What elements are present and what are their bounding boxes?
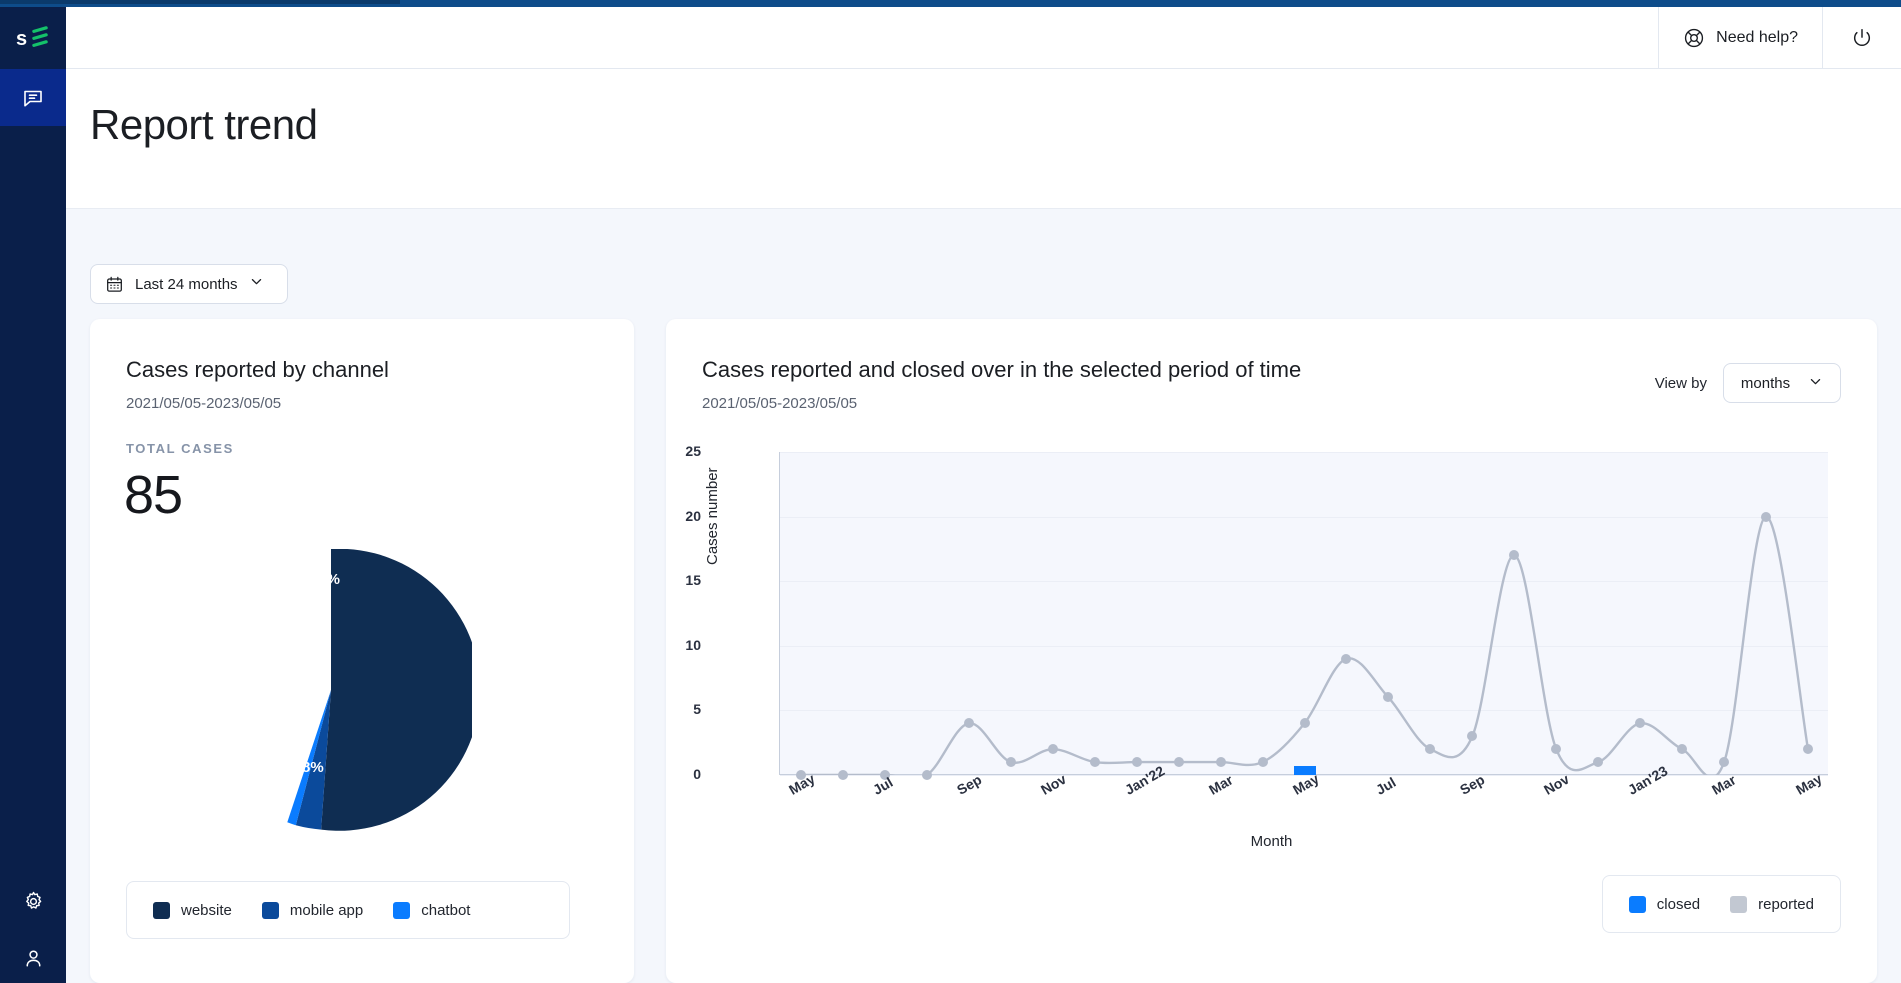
data-point[interactable] xyxy=(1215,757,1226,768)
chevron-down-icon xyxy=(1808,374,1823,393)
data-point[interactable] xyxy=(1131,757,1142,768)
cases-by-channel-card: Cases reported by channel 2021/05/05-202… xyxy=(90,319,634,983)
x-tick-label: Jul xyxy=(869,773,896,798)
sidebar-item-cases[interactable] xyxy=(0,69,66,126)
total-cases-label: TOTAL CASES xyxy=(126,441,234,456)
header-actions: Need help? xyxy=(1658,7,1901,69)
header-bar: Need help? xyxy=(66,7,1901,69)
legend-swatch-website xyxy=(153,901,170,919)
sidebar-logo[interactable]: s xyxy=(0,7,66,69)
top-accent-bar xyxy=(0,0,1901,7)
chevron-down-icon xyxy=(249,274,264,294)
legend-label-chatbot: chatbot xyxy=(421,901,471,919)
cases-trend-card: Cases reported and closed over in the se… xyxy=(666,319,1877,983)
trend-card-subtitle: 2021/05/05-2023/05/05 xyxy=(702,395,858,412)
legend-label-mobile-app: mobile app xyxy=(289,901,364,919)
data-point[interactable] xyxy=(921,770,932,780)
legend-label-closed: closed xyxy=(1656,895,1701,913)
view-by-select[interactable]: months xyxy=(1723,363,1841,403)
series-line-reported xyxy=(799,515,1810,775)
view-by-control: View by months xyxy=(1655,363,1841,403)
content-area: Last 24 months Cases reported by channel… xyxy=(66,209,1901,983)
data-point[interactable] xyxy=(837,770,848,780)
y-tick-label: 5 xyxy=(693,701,701,718)
sidebar: s xyxy=(0,0,66,983)
sidebar-item-settings[interactable] xyxy=(0,873,66,930)
trend-legend: closed reported xyxy=(1601,875,1841,933)
pie-slice-website[interactable] xyxy=(321,548,481,831)
line-chart-plot xyxy=(779,452,1828,780)
data-point[interactable] xyxy=(1173,757,1184,768)
legend-item-closed[interactable]: closed xyxy=(1628,895,1701,913)
view-by-value: months xyxy=(1740,374,1791,392)
pie-label-website: 91% xyxy=(310,571,341,588)
data-point[interactable] xyxy=(1761,511,1772,522)
calendar-icon xyxy=(107,276,122,292)
y-tick-label: 10 xyxy=(685,636,701,653)
power-icon xyxy=(1853,29,1871,46)
app-root: s Need help? Report trend Last 24 months… xyxy=(0,0,1901,983)
legend-swatch-reported xyxy=(1730,895,1748,913)
legend-item-chatbot[interactable]: chatbot xyxy=(393,901,471,919)
y-tick-label: 25 xyxy=(685,443,701,459)
trend-card-title: Cases reported and closed over in the se… xyxy=(702,357,1302,382)
svg-text:s: s xyxy=(16,28,27,50)
chat-bubble-icon xyxy=(24,90,42,106)
page-title-bar: Report trend xyxy=(66,69,1901,209)
brand-logo-icon: s xyxy=(16,26,48,50)
sidebar-item-account[interactable] xyxy=(0,930,66,983)
date-range-value: Last 24 months xyxy=(135,275,238,293)
pie-svg xyxy=(287,548,481,831)
data-point[interactable] xyxy=(1047,744,1058,755)
legend-item-website[interactable]: website xyxy=(153,901,232,919)
view-by-label: View by xyxy=(1654,374,1707,392)
legend-swatch-chatbot xyxy=(393,901,411,919)
x-tick-label: Jul xyxy=(1373,773,1399,798)
legend-item-mobile-app[interactable]: mobile app xyxy=(261,901,364,919)
need-help-label: Need help? xyxy=(1716,29,1798,46)
channel-legend: website mobile app chatbot xyxy=(126,881,570,939)
pie-label-mobile-app: 8% xyxy=(302,759,324,776)
y-tick-label: 0 xyxy=(693,766,701,782)
legend-label-reported: reported xyxy=(1758,895,1814,913)
date-range-filter[interactable]: Last 24 months xyxy=(90,264,288,304)
x-axis-label: Month xyxy=(1250,833,1293,850)
lifebuoy-icon xyxy=(1685,28,1704,48)
data-point[interactable] xyxy=(1299,718,1310,729)
data-point[interactable] xyxy=(1257,757,1268,768)
gear-icon xyxy=(25,891,41,909)
y-axis-label: Cases number xyxy=(704,467,721,565)
channel-pie-chart: 91% 8% xyxy=(190,548,481,831)
y-tick-label: 15 xyxy=(685,572,701,589)
y-tick-label: 20 xyxy=(685,507,701,524)
legend-item-reported[interactable]: reported xyxy=(1730,895,1814,913)
power-button[interactable] xyxy=(1822,7,1901,69)
channel-card-title: Cases reported by channel xyxy=(126,357,389,382)
legend-swatch-closed xyxy=(1628,895,1646,913)
total-cases-value: 85 xyxy=(124,465,183,525)
channel-card-subtitle: 2021/05/05-2023/05/05 xyxy=(126,395,282,412)
page-title: Report trend xyxy=(90,101,318,148)
data-point[interactable] xyxy=(1005,757,1016,768)
data-point[interactable] xyxy=(1089,757,1100,768)
legend-label-website: website xyxy=(181,901,232,919)
user-icon xyxy=(26,950,40,967)
legend-swatch-mobile-app xyxy=(261,901,279,919)
need-help-button[interactable]: Need help? xyxy=(1658,7,1822,69)
top-accent-bar-dark xyxy=(0,0,400,4)
